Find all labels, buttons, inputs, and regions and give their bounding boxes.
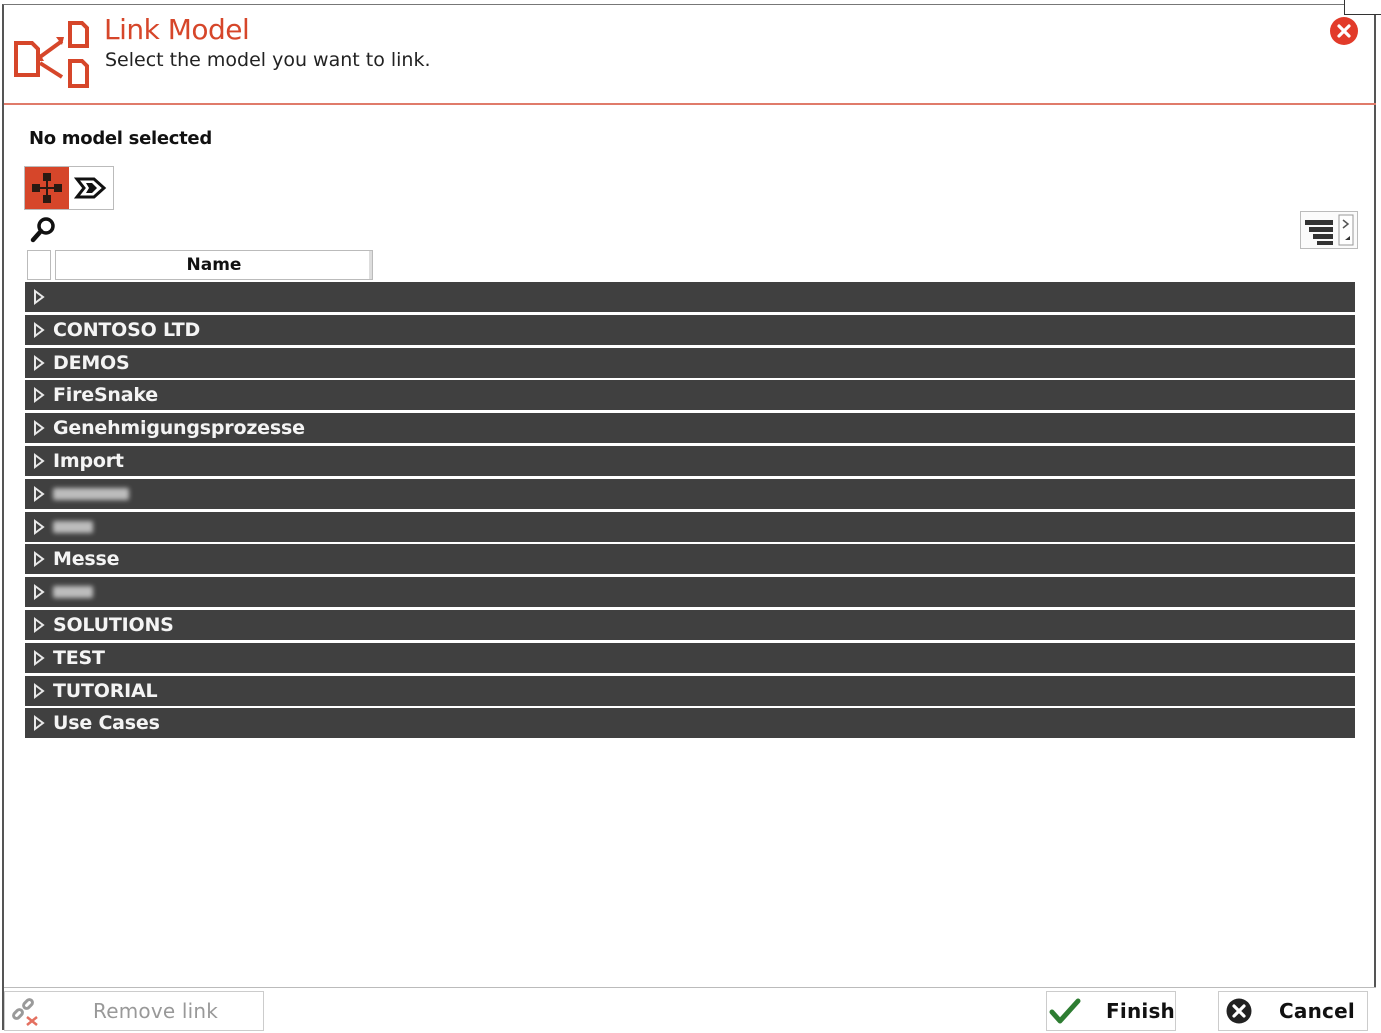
- tree-row[interactable]: DEMOS: [25, 347, 1355, 378]
- dialog-title: Link Model: [104, 13, 250, 46]
- check-icon: [1047, 992, 1082, 1030]
- unlink-icon: [5, 992, 45, 1030]
- tree-row[interactable]: CONTOSO LTD: [25, 314, 1355, 345]
- tree-row-label: Import: [53, 449, 124, 472]
- cancel-icon: [1219, 992, 1259, 1030]
- tree-row[interactable]: [25, 577, 1355, 608]
- expand-triangle-icon[interactable]: [33, 512, 53, 542]
- cancel-label: Cancel: [1279, 999, 1355, 1023]
- tree-row[interactable]: Messe: [25, 544, 1355, 575]
- expand-triangle-icon[interactable]: [33, 282, 53, 312]
- expand-triangle-icon[interactable]: [33, 610, 53, 640]
- select-all-checkbox[interactable]: [27, 250, 51, 280]
- tree-row[interactable]: FireSnake: [25, 380, 1355, 411]
- selection-status: No model selected: [29, 128, 212, 149]
- tree-row[interactable]: Use Cases: [25, 708, 1355, 739]
- tree-row-label: Use Cases: [53, 712, 160, 735]
- tree-row-label: CONTOSO LTD: [53, 318, 201, 341]
- column-settings-button[interactable]: [1300, 211, 1358, 249]
- expand-triangle-icon[interactable]: [33, 708, 53, 738]
- search-icon[interactable]: [30, 216, 58, 244]
- tree-row-label: [53, 483, 129, 505]
- view-toggle: [24, 166, 114, 210]
- expand-triangle-icon[interactable]: [33, 577, 53, 607]
- tree-row-label: DEMOS: [53, 351, 130, 374]
- tree-row[interactable]: TUTORIAL: [25, 675, 1355, 706]
- expand-triangle-icon[interactable]: [33, 676, 53, 706]
- column-settings-icon: [1305, 214, 1354, 246]
- tree-row[interactable]: [25, 478, 1355, 509]
- close-icon[interactable]: [1330, 17, 1358, 45]
- cancel-button[interactable]: Cancel: [1218, 991, 1368, 1031]
- finish-button[interactable]: Finish: [1046, 991, 1176, 1031]
- tree-row-label: TEST: [53, 646, 105, 669]
- tree-row[interactable]: [25, 511, 1355, 542]
- expand-triangle-icon[interactable]: [33, 643, 53, 673]
- tree-row[interactable]: SOLUTIONS: [25, 609, 1355, 640]
- expand-triangle-icon[interactable]: [33, 413, 53, 443]
- dialog-header: Link Model Select the model you want to …: [4, 5, 1376, 105]
- dialog-subtitle: Select the model you want to link.: [105, 49, 431, 71]
- remove-link-button[interactable]: Remove link: [4, 991, 264, 1031]
- tree-row-label: Messe: [53, 548, 120, 571]
- tree-row-label: Genehmigungsprozesse: [53, 417, 305, 440]
- expand-triangle-icon[interactable]: [33, 380, 53, 410]
- column-header-name[interactable]: Name: [55, 250, 373, 280]
- tree-row[interactable]: Genehmigungsprozesse: [25, 413, 1355, 444]
- expand-triangle-icon[interactable]: [33, 315, 53, 345]
- tree-row-label: SOLUTIONS: [53, 613, 174, 636]
- tree-row-label: TUTORIAL: [53, 679, 158, 702]
- tree-row-label: FireSnake: [53, 384, 158, 407]
- tree-row[interactable]: Import: [25, 445, 1355, 476]
- tree-row-label: [53, 581, 93, 603]
- expand-triangle-icon[interactable]: [33, 479, 53, 509]
- tree-row-label: [53, 516, 93, 538]
- model-tree: CONTOSO LTD DEMOS FireSnake Genehmigungspro…: [25, 282, 1355, 741]
- finish-label: Finish: [1106, 999, 1175, 1023]
- process-map-icon[interactable]: [25, 167, 69, 209]
- expand-triangle-icon[interactable]: [33, 348, 53, 378]
- link-model-icon: [14, 21, 89, 88]
- value-chain-icon[interactable]: [69, 167, 113, 209]
- expand-triangle-icon[interactable]: [33, 446, 53, 476]
- expand-triangle-icon[interactable]: [33, 544, 53, 574]
- tree-row[interactable]: [25, 282, 1355, 312]
- tree-row[interactable]: TEST: [25, 642, 1355, 673]
- remove-link-label: Remove link: [93, 999, 219, 1023]
- dialog-footer: Remove link Finish Cancel: [4, 987, 1376, 1033]
